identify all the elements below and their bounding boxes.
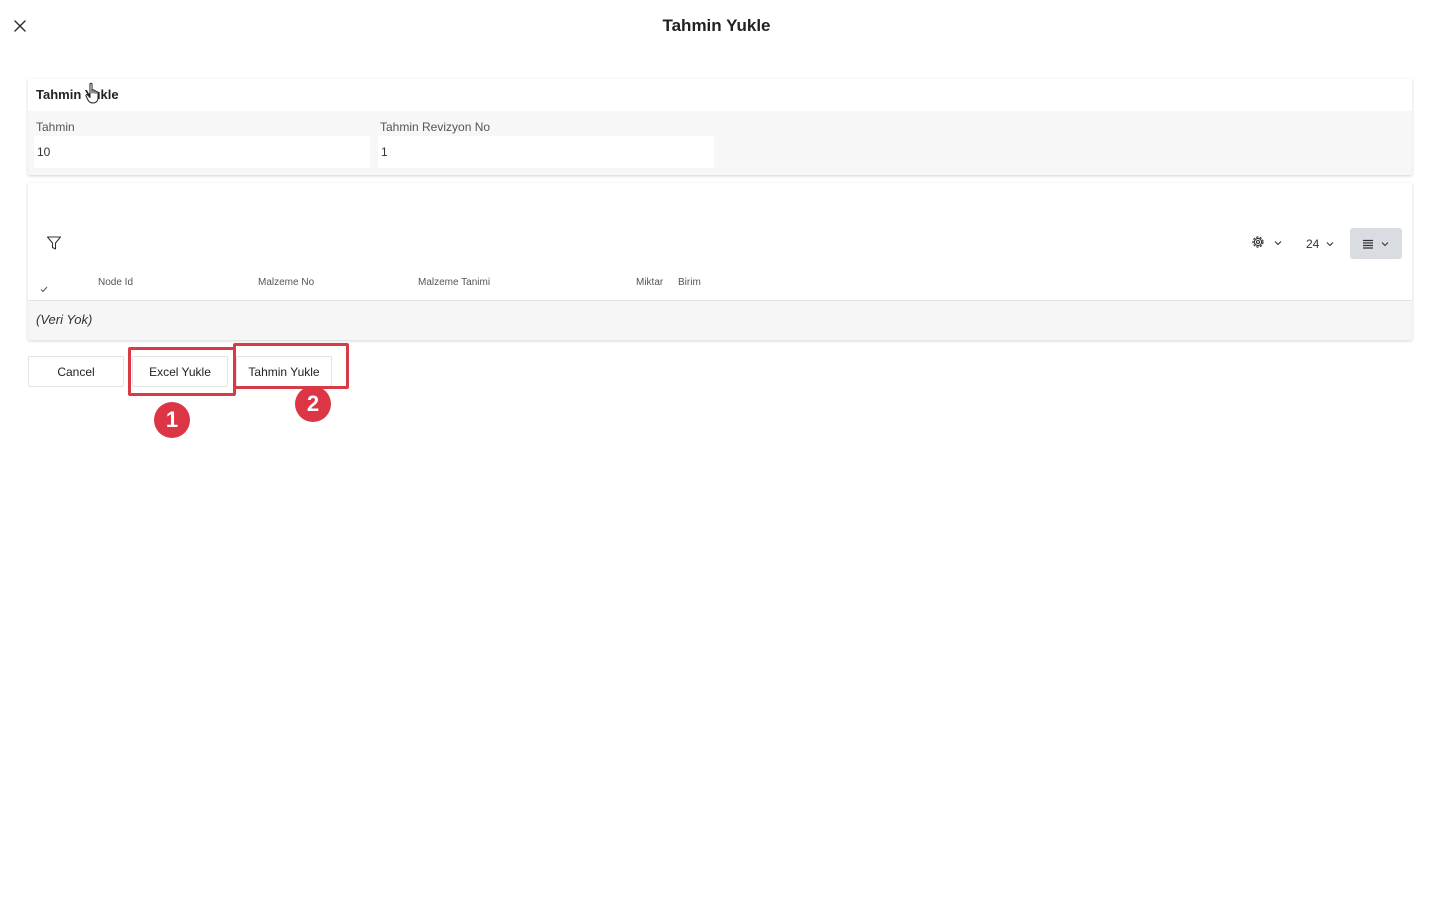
- empty-message: (Veri Yok): [36, 312, 93, 327]
- cancel-button[interactable]: Cancel: [28, 356, 124, 387]
- grid-settings-dropdown[interactable]: [1250, 234, 1283, 254]
- chevron-down-icon: [1380, 239, 1390, 249]
- data-grid: 24 Node Id Malzeme No Malzeme Tanimi Mik…: [28, 183, 1412, 340]
- chevron-down-icon: [1325, 239, 1335, 249]
- density-dropdown[interactable]: [1350, 228, 1402, 259]
- step-badge-1: 1: [154, 402, 190, 438]
- revision-label: Tahmin Revizyon No: [380, 120, 491, 134]
- column-header-node-id[interactable]: Node Id: [98, 277, 133, 288]
- page-size-dropdown[interactable]: 24: [1306, 234, 1335, 254]
- empty-row: (Veri Yok): [28, 300, 1412, 340]
- list-density-icon: [1362, 238, 1374, 250]
- gear-icon: [1250, 234, 1266, 255]
- tahmin-input[interactable]: [34, 136, 370, 168]
- step-badge-2: 2: [295, 386, 331, 422]
- column-header-malzeme-tanimi[interactable]: Malzeme Tanimi: [418, 277, 490, 288]
- excel-upload-button[interactable]: Excel Yukle: [132, 356, 228, 387]
- page-size-value: 24: [1306, 237, 1320, 251]
- form-section: Tahmin Yukle Tahmin Tahmin Revizyon No: [28, 79, 1412, 175]
- form-section-header: Tahmin Yukle: [28, 79, 1412, 111]
- forecast-upload-button[interactable]: Tahmin Yukle: [236, 356, 332, 387]
- select-all-check-icon[interactable]: [39, 281, 49, 293]
- revision-input[interactable]: [378, 136, 714, 168]
- tahmin-label: Tahmin: [36, 120, 75, 134]
- chevron-down-icon: [1273, 235, 1283, 253]
- filter-icon[interactable]: [46, 235, 62, 251]
- column-header-birim[interactable]: Birim: [678, 277, 701, 288]
- dialog-title: Tahmin Yukle: [662, 16, 771, 35]
- column-header-miktar[interactable]: Miktar: [636, 277, 663, 288]
- column-header-malzeme-no[interactable]: Malzeme No: [258, 277, 314, 288]
- form-section-title: Tahmin Yukle: [36, 87, 119, 102]
